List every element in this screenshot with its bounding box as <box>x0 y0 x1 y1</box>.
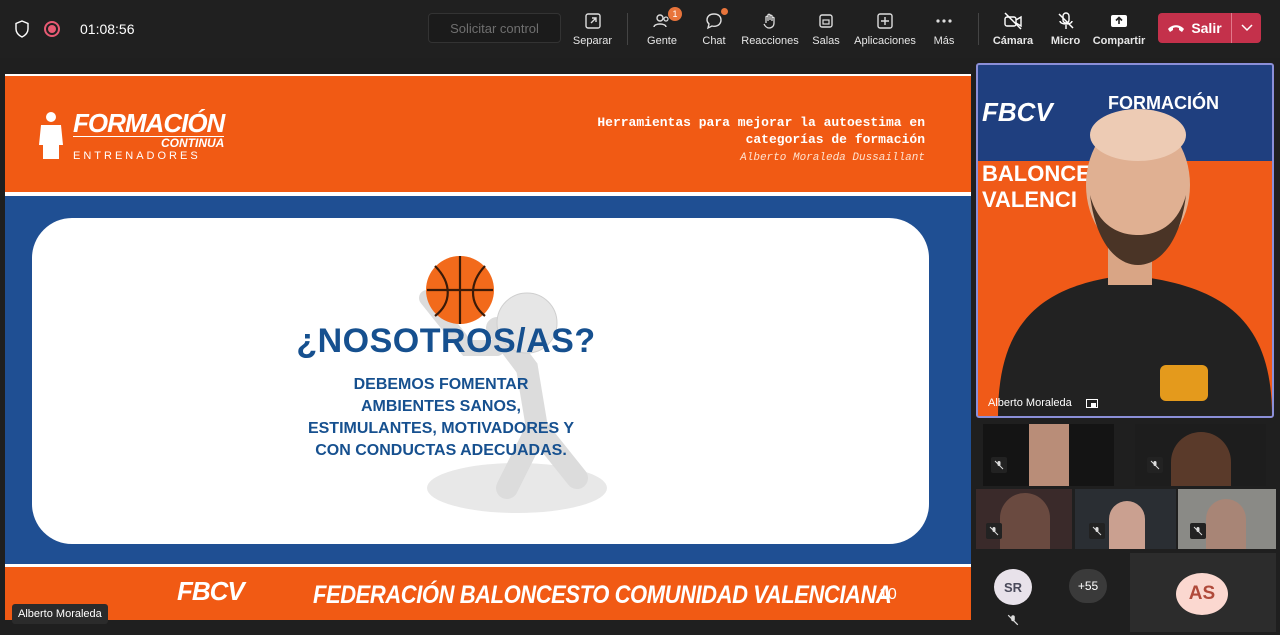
slide-body-line: AMBIENTES SANOS, <box>360 398 521 415</box>
participant-tile[interactable] <box>1178 489 1276 549</box>
participant-avatar-sr[interactable]: SR <box>994 569 1032 605</box>
slide-title-line2: categorías de formación <box>745 132 925 147</box>
participant-tile[interactable] <box>983 424 1114 486</box>
toolbar-divider <box>627 13 628 45</box>
muted-mic-icon <box>1147 457 1163 473</box>
mic-off-icon <box>1057 12 1074 29</box>
toolbar-divider <box>978 13 979 45</box>
participant-avatar-as: AS <box>1176 573 1228 615</box>
slide-content-card: ¿NOSOTROS/AS? DEBEMOS FOMENTAR AMBIENTES… <box>32 218 929 544</box>
people-label: Gente <box>647 35 677 47</box>
muted-mic-icon <box>1007 614 1019 626</box>
camera-button[interactable]: Cámara <box>987 0 1039 58</box>
meeting-toolbar: 01:08:56 Solicitar control Separar Gente… <box>0 0 1280 58</box>
chevron-down-icon <box>1240 24 1253 32</box>
participant-video <box>1206 499 1246 549</box>
presentation-slide: FORMACIÓN CONTINUA ENTRENADORES Herramie… <box>5 74 971 620</box>
more-button[interactable]: Más <box>918 0 970 58</box>
reactions-label: Reacciones <box>741 35 799 47</box>
mic-button[interactable]: Micro <box>1039 0 1092 58</box>
breakout-rooms-button[interactable]: Salas <box>800 0 852 58</box>
camera-off-icon <box>1004 12 1022 30</box>
participant-tile[interactable] <box>1135 424 1266 486</box>
phone-hangup-icon <box>1168 25 1185 32</box>
leave-button-group: Salir <box>1158 13 1261 43</box>
shared-content-stage: FORMACIÓN CONTINUA ENTRENADORES Herramie… <box>0 58 975 635</box>
popout-button[interactable]: Separar <box>566 0 619 58</box>
muted-mic-icon <box>1190 523 1206 539</box>
speaker-person-image <box>998 109 1272 416</box>
camera-label: Cámara <box>992 35 1034 47</box>
share-icon <box>1111 15 1127 27</box>
chat-unread-dot <box>721 8 728 15</box>
participant-tile[interactable] <box>976 489 1072 549</box>
participant-tile[interactable] <box>1075 489 1176 549</box>
active-speaker-video[interactable]: FBCV FORMACIÓN BALONCESTO DEL VALENCI Al… <box>976 63 1274 418</box>
participant-video <box>1109 501 1145 549</box>
slide-page-number: 10 <box>879 586 897 603</box>
meeting-timer: 01:08:56 <box>80 21 135 37</box>
popout-label: Separar <box>572 35 613 47</box>
participant-video <box>1171 432 1231 486</box>
slide-body-line: CON CONDUCTAS ADECUADAS. <box>315 442 567 459</box>
reactions-icon <box>763 13 775 29</box>
slide-body-line: ESTIMULANTES, MOTIVADORES Y <box>307 420 575 437</box>
leave-options-button[interactable] <box>1231 13 1261 43</box>
chat-icon <box>706 13 722 30</box>
share-label: Compartir <box>1092 35 1146 47</box>
screen-share-icon <box>1086 399 1098 408</box>
slide-heading: ¿NOSOTROS/AS? <box>32 322 930 361</box>
leave-button[interactable]: Salir <box>1158 13 1231 43</box>
more-participants-button[interactable]: +55 <box>1069 569 1107 603</box>
pop-out-icon <box>584 13 601 29</box>
slide-body-line: DEBEMOS FOMENTAR <box>353 376 529 393</box>
apps-button[interactable]: Aplicaciones <box>852 0 918 58</box>
request-control-button[interactable]: Solicitar control <box>428 13 561 43</box>
reactions-button[interactable]: Reacciones <box>740 0 800 58</box>
chat-label: Chat <box>702 35 726 47</box>
speaker-name-label: Alberto Moraleda <box>988 397 1072 409</box>
slide-title: Herramientas para mejorar la autoestima … <box>525 114 925 148</box>
logo-line2: CONTINUA <box>73 136 225 150</box>
participant-video <box>1000 493 1050 549</box>
shield-icon <box>15 20 29 38</box>
muted-mic-icon <box>986 523 1002 539</box>
people-button[interactable]: Gente 1 <box>636 0 688 58</box>
slide-author: Alberto Moraleda Dussaillant <box>740 152 925 164</box>
slide-title-line1: Herramientas para mejorar la autoestima … <box>597 115 925 130</box>
people-count-badge: 1 <box>668 7 682 21</box>
rooms-label: Salas <box>812 35 840 47</box>
participant-tile[interactable]: AS <box>1130 553 1276 632</box>
rooms-icon <box>819 14 833 28</box>
share-button[interactable]: Compartir <box>1092 0 1146 58</box>
muted-mic-icon <box>1089 523 1105 539</box>
logo-line1: FORMACIÓN <box>73 108 225 138</box>
slide-body: DEBEMOS FOMENTAR AMBIENTES SANOS, ESTIMU… <box>32 374 930 462</box>
coach-silhouette-icon <box>39 112 63 159</box>
presenter-name-tag: Alberto Moraleda <box>12 604 108 624</box>
slide-heading-text: ¿NOSOTROS/AS? <box>296 322 596 360</box>
slide-header: FORMACIÓN CONTINUA ENTRENADORES Herramie… <box>5 74 971 196</box>
formacion-continua-logo: FORMACIÓN CONTINUA ENTRENADORES <box>35 108 225 162</box>
apps-label: Aplicaciones <box>854 35 916 47</box>
chat-button[interactable]: Chat <box>688 0 740 58</box>
fbcv-logo: FBCV <box>177 576 245 606</box>
recording-icon <box>44 21 60 37</box>
logo-line3: ENTRENADORES <box>73 150 201 162</box>
more-icon <box>936 19 952 23</box>
participant-video <box>1029 424 1069 486</box>
footer-title: FEDERACIÓN BALONCESTO COMUNIDAD VALENCIA… <box>313 581 892 609</box>
mic-label: Micro <box>1050 35 1081 47</box>
apps-icon <box>877 13 893 29</box>
leave-label: Salir <box>1191 20 1222 36</box>
slide-footer: FBCV FEDERACIÓN BALONCESTO COMUNIDAD VAL… <box>5 564 971 620</box>
muted-mic-icon <box>991 457 1007 473</box>
more-label: Más <box>933 35 955 47</box>
